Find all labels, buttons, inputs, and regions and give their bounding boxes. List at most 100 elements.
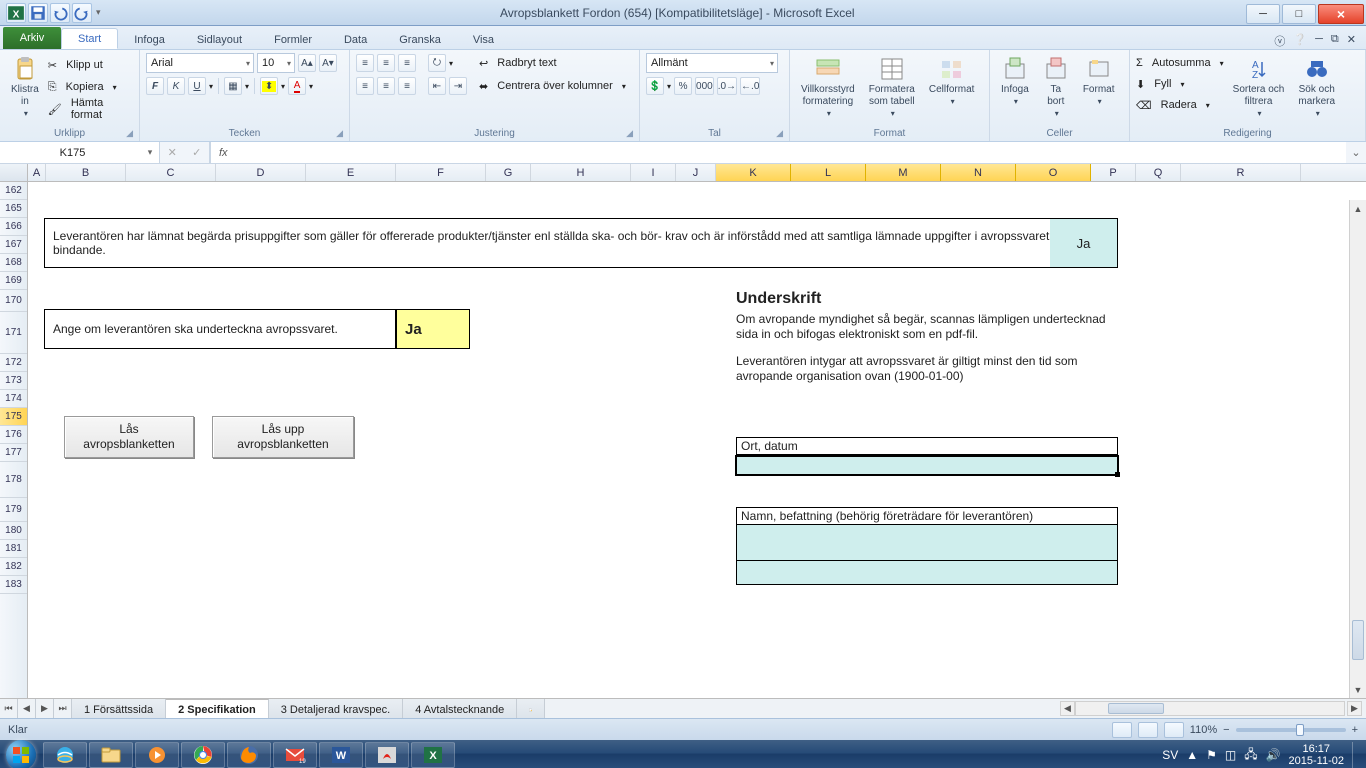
col-header-G[interactable]: G	[486, 164, 531, 181]
new-sheet-button[interactable]	[517, 699, 545, 718]
tab-formler[interactable]: Formler	[258, 30, 328, 49]
row-header-179[interactable]: 179	[0, 498, 27, 522]
format-painter-button[interactable]: 🖌 Hämta format	[48, 99, 133, 119]
tab-visa[interactable]: Visa	[457, 30, 510, 49]
align-top-icon[interactable]: ≡	[356, 54, 374, 72]
wrap-text-button[interactable]: ↩ Radbryt text	[479, 53, 626, 73]
col-header-H[interactable]: H	[531, 164, 631, 181]
tab-sidlayout[interactable]: Sidlayout	[181, 30, 258, 49]
autosum-button[interactable]: Σ Autosumma ▾	[1136, 53, 1224, 73]
scroll-down-icon[interactable]: ▼	[1350, 681, 1366, 698]
taskbar-firefox-icon[interactable]	[227, 742, 271, 768]
clear-button[interactable]: ⌫ Radera ▾	[1136, 95, 1224, 115]
namn-input-2[interactable]	[736, 561, 1118, 585]
decrease-indent-icon[interactable]: ⇤	[428, 77, 446, 95]
fill-color-icon[interactable]: ⬍	[260, 77, 278, 95]
unlock-form-button[interactable]: Lås upp avropsblanketten	[212, 416, 354, 458]
scroll-up-icon[interactable]: ▲	[1350, 200, 1366, 217]
tray-network-icon[interactable]: 🖧	[1244, 745, 1257, 766]
taskbar-mediaplayer-icon[interactable]	[135, 742, 179, 768]
col-header-C[interactable]: C	[126, 164, 216, 181]
taskbar-mail-icon[interactable]: 197	[273, 742, 317, 768]
taskbar-ie-icon[interactable]	[43, 742, 87, 768]
tab-start[interactable]: Start	[61, 28, 118, 49]
underline-button[interactable]: U	[188, 77, 206, 95]
col-header-A[interactable]: A	[28, 164, 46, 181]
tab-infoga[interactable]: Infoga	[118, 30, 181, 49]
grow-font-icon[interactable]: A▴	[298, 54, 316, 72]
view-normal-icon[interactable]	[1112, 722, 1132, 738]
row-header-168[interactable]: 168	[0, 254, 27, 272]
decrease-decimal-icon[interactable]: ←.0	[740, 77, 760, 95]
row-header-174[interactable]: 174	[0, 390, 27, 408]
taskbar-excel-icon[interactable]: X	[411, 742, 455, 768]
orientation-icon[interactable]: ⭮	[428, 54, 446, 72]
format-as-table-button[interactable]: Formatera som tabell	[864, 53, 920, 123]
qat-customize-icon[interactable]: ▾	[94, 7, 103, 18]
tab-granska[interactable]: Granska	[383, 30, 457, 49]
enter-formula-icon[interactable]: ✓	[192, 146, 201, 159]
col-header-Q[interactable]: Q	[1136, 164, 1181, 181]
zoom-in-icon[interactable]: +	[1352, 724, 1358, 736]
increase-indent-icon[interactable]: ⇥	[449, 77, 467, 95]
font-color-icon[interactable]: A	[288, 77, 306, 95]
copy-button[interactable]: ⎘ Kopiera ▾	[48, 77, 133, 97]
zoom-level[interactable]: 110%	[1190, 724, 1217, 736]
ribbon-minimize-icon[interactable]: ⓥ	[1274, 33, 1285, 49]
col-header-B[interactable]: B	[46, 164, 126, 181]
find-select-button[interactable]: Sök och markera	[1293, 53, 1340, 123]
cell-styles-button[interactable]: Cellformat	[924, 53, 980, 111]
tray-show-hidden-icon[interactable]: ▲	[1186, 748, 1198, 762]
hscroll-left-icon[interactable]: ◀	[1060, 701, 1075, 716]
sheet-tab-1[interactable]: 1 Försättssida	[72, 699, 166, 718]
row-header-167[interactable]: 167	[0, 236, 27, 254]
row-header-173[interactable]: 173	[0, 372, 27, 390]
row-header-180[interactable]: 180	[0, 522, 27, 540]
horizontal-scrollbar[interactable]	[1075, 701, 1345, 716]
col-header-F[interactable]: F	[396, 164, 486, 181]
taskbar-acrobat-icon[interactable]	[365, 742, 409, 768]
view-pagebreak-icon[interactable]	[1164, 722, 1184, 738]
row-header-171[interactable]: 171	[0, 312, 27, 354]
shrink-font-icon[interactable]: A▾	[319, 54, 337, 72]
minimize-button[interactable]: ─	[1246, 4, 1280, 24]
row-header-162[interactable]: 162	[0, 182, 27, 200]
tray-volume-icon[interactable]: 🔊	[1266, 748, 1281, 762]
col-header-P[interactable]: P	[1091, 164, 1136, 181]
taskbar-explorer-icon[interactable]	[89, 742, 133, 768]
row-header-172[interactable]: 172	[0, 354, 27, 372]
namn-input-1[interactable]	[736, 525, 1118, 561]
formula-input[interactable]: fx	[210, 142, 1346, 163]
zoom-out-icon[interactable]: −	[1223, 724, 1229, 736]
taskbar-word-icon[interactable]: W	[319, 742, 363, 768]
fill-button[interactable]: ⬇ Fyll ▾	[1136, 74, 1224, 94]
hscroll-right-icon[interactable]: ▶	[1347, 701, 1362, 716]
window-restore-icon[interactable]: ⧉	[1331, 33, 1339, 49]
col-header-L[interactable]: L	[791, 164, 866, 181]
sign-question-ja-cell[interactable]: Ja	[396, 309, 470, 349]
row-header-169[interactable]: 169	[0, 272, 27, 290]
name-box[interactable]: K175▾	[0, 142, 160, 163]
bold-button[interactable]: F	[146, 77, 164, 95]
align-middle-icon[interactable]: ≡	[377, 54, 395, 72]
sheet-tab-2[interactable]: 2 Specifikation	[166, 699, 269, 718]
insert-cells-button[interactable]: Infoga	[996, 53, 1034, 111]
col-header-N[interactable]: N	[941, 164, 1016, 181]
sort-filter-button[interactable]: AZSortera och filtrera	[1228, 53, 1290, 123]
row-header-178[interactable]: 178	[0, 462, 27, 498]
col-header-O[interactable]: O	[1016, 164, 1091, 181]
vertical-scrollbar[interactable]: ▲ ▼	[1349, 200, 1366, 698]
col-header-R[interactable]: R	[1181, 164, 1301, 181]
select-all-corner[interactable]	[0, 164, 28, 181]
cut-button[interactable]: ✂ Klipp ut	[48, 55, 133, 75]
col-header-E[interactable]: E	[306, 164, 396, 181]
fill-handle[interactable]	[1115, 472, 1120, 477]
tray-flag-icon[interactable]: ⚑	[1206, 748, 1217, 762]
close-button[interactable]: ×	[1318, 4, 1364, 24]
increase-decimal-icon[interactable]: .0→	[717, 77, 737, 95]
col-header-I[interactable]: I	[631, 164, 676, 181]
row-header-182[interactable]: 182	[0, 558, 27, 576]
row-header-176[interactable]: 176	[0, 426, 27, 444]
lock-form-button[interactable]: Lås avropsblanketten	[64, 416, 194, 458]
row-header-177[interactable]: 177	[0, 444, 27, 462]
